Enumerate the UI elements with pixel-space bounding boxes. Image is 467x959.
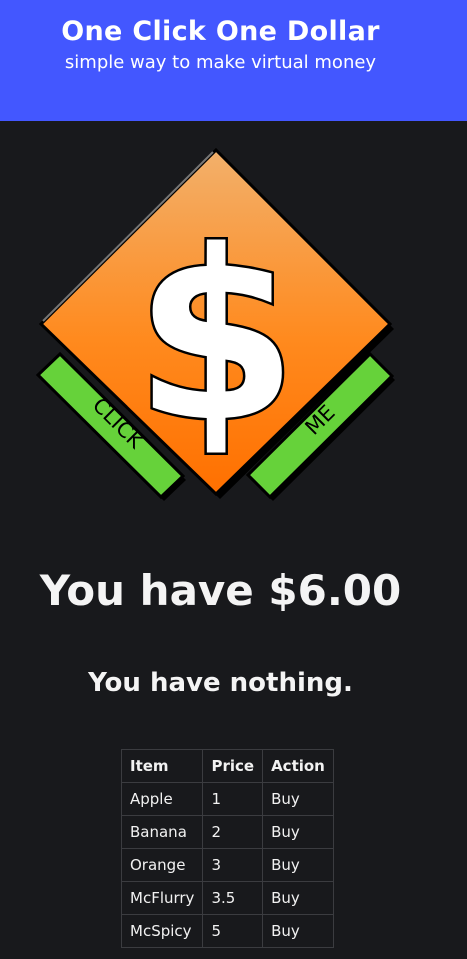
column-header-item: Item — [120, 749, 204, 783]
item-name: McSpicy — [120, 914, 204, 948]
item-price: 2 — [202, 815, 264, 849]
dollar-sign-icon: $ — [134, 201, 298, 474]
table-row: McSpicy 5 Buy — [120, 914, 334, 948]
header: One Click One Dollar simple way to make … — [0, 0, 467, 121]
buy-button[interactable]: Buy — [262, 815, 334, 849]
table-row: Apple 1 Buy — [120, 782, 334, 816]
item-name: Apple — [120, 782, 204, 816]
item-name: Banana — [120, 815, 204, 849]
table-header-row: Item Price Action — [120, 749, 334, 783]
item-name: McFlurry — [120, 881, 204, 915]
column-header-price: Price — [202, 749, 264, 783]
table-row: Banana 2 Buy — [120, 815, 334, 849]
inventory-display: You have nothing. — [88, 668, 353, 698]
buy-button[interactable]: Buy — [262, 848, 334, 882]
table-row: McFlurry 3.5 Buy — [120, 881, 334, 915]
app-title: One Click One Dollar — [61, 16, 380, 47]
app-subtitle: simple way to make virtual money — [64, 52, 377, 73]
table-row: Orange 3 Buy — [120, 848, 334, 882]
item-price: 1 — [202, 782, 264, 816]
buy-button[interactable]: Buy — [262, 782, 334, 816]
item-name: Orange — [120, 848, 204, 882]
buy-button[interactable]: Buy — [262, 914, 334, 948]
buy-button[interactable]: Buy — [262, 881, 334, 915]
item-price: 5 — [202, 914, 264, 948]
dollar-click-graphic: $ CLICK ME — [35, 147, 395, 501]
shop-table: Item Price Action Apple 1 Buy Banana 2 B… — [120, 749, 334, 948]
click-me-button[interactable]: $ CLICK ME — [30, 140, 410, 510]
balance-display: You have $6.00 — [39, 566, 402, 615]
item-price: 3.5 — [202, 881, 264, 915]
item-price: 3 — [202, 848, 264, 882]
column-header-action: Action — [262, 749, 334, 783]
